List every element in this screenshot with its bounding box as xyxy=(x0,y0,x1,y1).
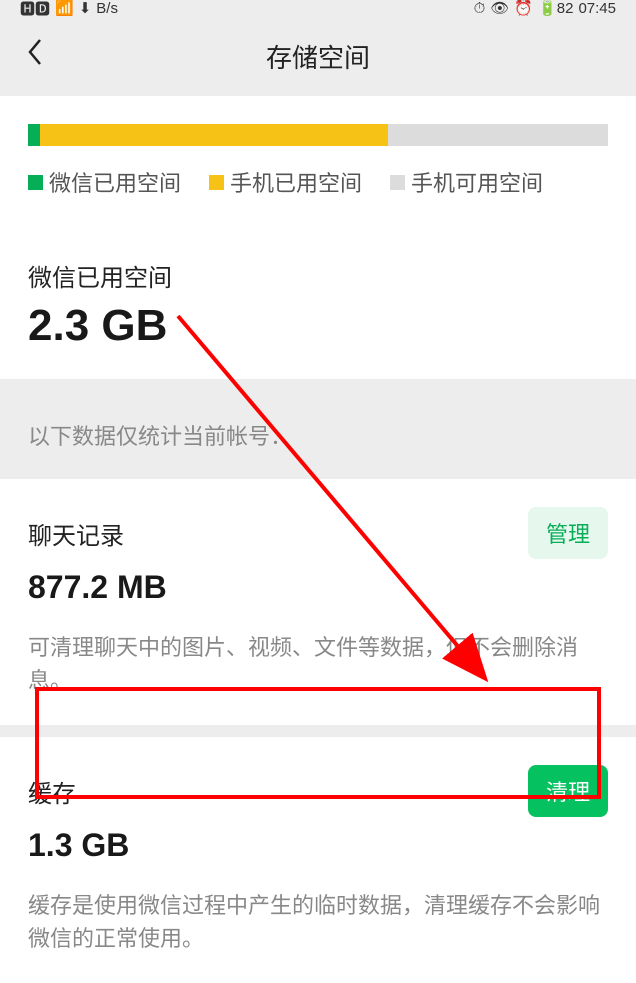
storage-progress-bar xyxy=(28,124,608,146)
legend-phone-label: 手机已用空间 xyxy=(230,166,362,198)
status-right: ⏱ 👁 ⏰ 🔋82 07:45 xyxy=(474,0,616,17)
cache-card: 缓存 清理 1.3 GB 缓存是使用微信过程中产生的临时数据，清理缓存不会影响微… xyxy=(0,737,636,983)
battery-icon: 🔋82 xyxy=(538,0,573,17)
cache-value: 1.3 GB xyxy=(28,827,608,864)
storage-value: 2.3 GB xyxy=(28,301,608,351)
signal-icon: 📶 xyxy=(55,0,74,17)
clean-button[interactable]: 清理 xyxy=(528,765,608,817)
clock-icon: ⏱ xyxy=(474,0,486,17)
header: 存储空间 xyxy=(0,16,636,96)
legend-phone: 手机已用空间 xyxy=(209,166,362,198)
chat-history-value: 877.2 MB xyxy=(28,569,608,606)
legend-box-green xyxy=(28,175,43,190)
alarm-icon: ⏰ xyxy=(514,0,533,17)
legend-box-yellow xyxy=(209,175,224,190)
chat-history-card: 聊天记录 管理 877.2 MB 可清理聊天中的图片、视频、文件等数据，但不会删… xyxy=(0,479,636,725)
page-title: 存储空间 xyxy=(20,38,616,75)
wifi-icon: ⬇ xyxy=(79,0,92,17)
storage-overview-card: 微信已用空间 手机已用空间 手机可用空间 微信已用空间 2.3 GB xyxy=(0,96,636,379)
time-text: 07:45 xyxy=(578,0,616,17)
progress-phone xyxy=(40,124,388,146)
legend-available-label: 手机可用空间 xyxy=(411,166,543,198)
cache-title: 缓存 xyxy=(28,774,76,809)
legend-wechat: 微信已用空间 xyxy=(28,166,181,198)
storage-title: 微信已用空间 xyxy=(28,258,608,293)
progress-wechat xyxy=(28,124,40,146)
chat-history-title: 聊天记录 xyxy=(28,516,124,551)
legend: 微信已用空间 手机已用空间 手机可用空间 xyxy=(28,166,608,198)
manage-button[interactable]: 管理 xyxy=(528,507,608,559)
back-button[interactable] xyxy=(25,37,45,75)
section-header: 以下数据仅统计当前帐号： xyxy=(0,391,636,479)
status-bar: 🅷🅳 📶 ⬇ B/s ⏱ 👁 ⏰ 🔋82 07:45 xyxy=(0,0,636,16)
legend-box-gray xyxy=(390,175,405,190)
eye-icon: 👁 xyxy=(490,0,509,17)
legend-available: 手机可用空间 xyxy=(390,166,543,198)
speed-text: B/s xyxy=(96,0,118,17)
chat-history-desc: 可清理聊天中的图片、视频、文件等数据，但不会删除消息。 xyxy=(28,631,608,697)
cache-desc: 缓存是使用微信过程中产生的临时数据，清理缓存不会影响微信的正常使用。 xyxy=(28,889,608,955)
legend-wechat-label: 微信已用空间 xyxy=(49,166,181,198)
